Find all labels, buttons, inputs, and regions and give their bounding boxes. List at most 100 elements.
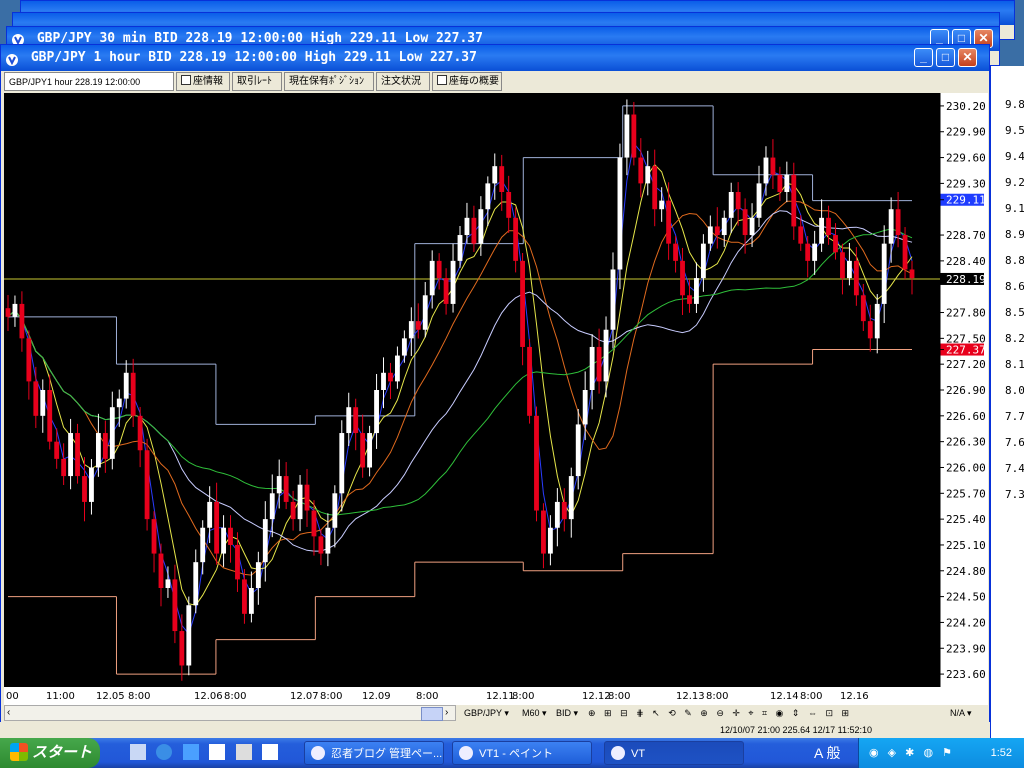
candle-body <box>89 467 94 502</box>
candle-body <box>47 390 53 442</box>
candle-body <box>492 166 498 184</box>
printer-icon[interactable] <box>235 744 252 760</box>
tab-1[interactable]: 座情報 <box>176 72 230 91</box>
candle-body <box>847 260 852 279</box>
symbol-select[interactable]: GBP/JPY ▾ <box>464 705 518 721</box>
na-select[interactable]: N/A ▾ <box>950 705 984 721</box>
horizontal-scrollbar[interactable]: ‹ › <box>4 705 456 721</box>
candle-body <box>506 192 512 218</box>
taskbar-item-label: VT1 - ペイント <box>479 748 553 760</box>
candle-body <box>840 252 845 279</box>
price-axis-label: 223.60 <box>946 668 986 681</box>
show-desktop-icon[interactable] <box>130 744 146 760</box>
candle-body <box>680 260 685 296</box>
right-panel-value: 8.0 <box>1005 384 1024 397</box>
ime-indicator[interactable]: A 般 <box>814 738 840 768</box>
candle-body <box>534 415 539 511</box>
candle-body <box>450 260 456 304</box>
price-axis-label: 225.10 <box>946 539 986 552</box>
plot-area <box>4 93 940 687</box>
tray-icons[interactable]: ◉ ◈ ✱ ◍ ⚑ <box>869 738 955 768</box>
candle-body <box>700 243 706 279</box>
taskbar-item-1[interactable]: VT1 - ペイント <box>452 741 592 765</box>
maximize-button[interactable]: □ <box>936 48 955 67</box>
timeframe-select[interactable]: M60 ▾ <box>522 705 554 721</box>
candle-body <box>874 303 880 339</box>
scroll-right-arrow-icon[interactable]: › <box>445 706 448 720</box>
candle-body <box>728 192 734 218</box>
candle-body <box>499 166 505 192</box>
candle-body <box>791 174 797 227</box>
main-window-title: GBP/JPY 1 hour BID 228.19 12:00:00 High … <box>30 50 477 65</box>
time-axis-label: 8:00 <box>706 691 728 702</box>
candle-body <box>742 209 748 236</box>
tab-4[interactable]: 注文状況 <box>376 72 430 91</box>
close-button[interactable]: ✕ <box>958 48 977 67</box>
ie-icon[interactable] <box>156 744 173 760</box>
candle-body <box>325 527 331 554</box>
candle-body <box>527 346 532 416</box>
time-axis-label: 8:00 <box>224 691 246 702</box>
taskbar-item-0[interactable]: 忍者ブログ 管理ペー... <box>304 741 444 765</box>
candle-body <box>5 308 11 317</box>
candle-body <box>603 329 609 382</box>
chart-tools[interactable]: ⊕ ⊞ ⊟ ⋕ ↖ ⟲ ✎ ⊕ ⊖ ✛ ⌖ ⌗ ◉ ⇕ ⇔ ⊡ ⊞ <box>588 705 948 721</box>
media-icon[interactable] <box>182 744 199 760</box>
candle-body <box>541 510 546 554</box>
scroll-thumb[interactable] <box>421 707 443 721</box>
minimize-button[interactable]: _ <box>914 48 933 67</box>
candle-body <box>770 157 776 175</box>
candle-body <box>575 424 581 477</box>
notepad-icon[interactable] <box>209 744 226 760</box>
candle-body <box>860 295 866 322</box>
price-axis-label: 229.11 <box>946 194 986 207</box>
candle-body <box>332 493 338 528</box>
tab-3[interactable]: 現在保有ﾎﾟｼﾞｼｮﾝ <box>284 72 374 91</box>
candle-body <box>415 321 421 330</box>
tab-checkbox-icon[interactable] <box>181 75 191 85</box>
time-axis-label: 8:00 <box>512 691 534 702</box>
candle-body <box>26 338 32 382</box>
taskbar: スタート 忍者ブログ 管理ペー... VT1 - ペイント VT A 般 ◉ ◈ ✱… <box>0 738 1024 768</box>
candle-body <box>109 407 115 459</box>
clock[interactable]: 1:52 <box>991 738 1012 768</box>
side-select[interactable]: BID ▾ <box>556 705 584 721</box>
tab-label: 現在保有ﾎﾟｼﾞｼｮﾝ <box>289 76 364 87</box>
candle-body <box>833 235 838 253</box>
time-axis-label: 12.13 <box>676 691 705 702</box>
taskbar-item-2[interactable]: VT <box>604 741 744 765</box>
quick-launch <box>130 744 279 765</box>
main-window-titlebar[interactable]: GBP/JPY 1 hour BID 228.19 12:00:00 High … <box>1 45 989 71</box>
scroll-left-arrow-icon[interactable]: ‹ <box>7 706 10 720</box>
price-chart[interactable]: 230.20 229.90 229.60 229.30 229.11 228.70 228.… <box>4 93 988 705</box>
candle-body <box>123 372 129 399</box>
candle-body <box>687 295 692 304</box>
start-button[interactable]: スタート <box>0 738 100 768</box>
tab-5[interactable]: 座毎の概要 <box>432 72 502 91</box>
tab-0[interactable]: GBP/JPY1 hour 228.19 12:00:00 <box>4 72 174 91</box>
candle-body <box>144 450 150 520</box>
status-bar: 12/10/07 21:00 225.64 12/17 11:52:10 <box>0 722 990 738</box>
candle-body <box>784 174 790 192</box>
candle-body <box>888 209 894 244</box>
candle-body <box>645 166 651 184</box>
tab-label: 座情報 <box>193 76 223 87</box>
candle-body <box>262 519 268 563</box>
tab-2[interactable]: 取引ﾚｰﾄ <box>232 72 282 91</box>
candle-body <box>513 217 519 261</box>
candle-body <box>179 631 185 666</box>
candle-body <box>694 278 699 304</box>
price-axis-label: 224.80 <box>946 565 986 578</box>
right-panel-value: 8.5 <box>1005 306 1024 319</box>
candle-body <box>381 372 386 390</box>
candle-body <box>214 501 220 554</box>
price-axis-label: 228.40 <box>946 255 986 268</box>
candle-body <box>248 588 254 614</box>
doc-icon[interactable] <box>262 744 279 760</box>
right-side-panel: 9.8 9.5 9.4 9.2 9.1 8.9 8.8 8.6 8.5 8.2 8.1 8.0 7.7 7… <box>988 66 1024 738</box>
candle-body <box>75 433 80 477</box>
chart-app-icon <box>5 51 19 66</box>
right-panel-value: 9.5 <box>1005 124 1024 137</box>
tab-checkbox-icon[interactable] <box>437 75 447 85</box>
right-panel-value: 9.8 <box>1005 98 1024 111</box>
